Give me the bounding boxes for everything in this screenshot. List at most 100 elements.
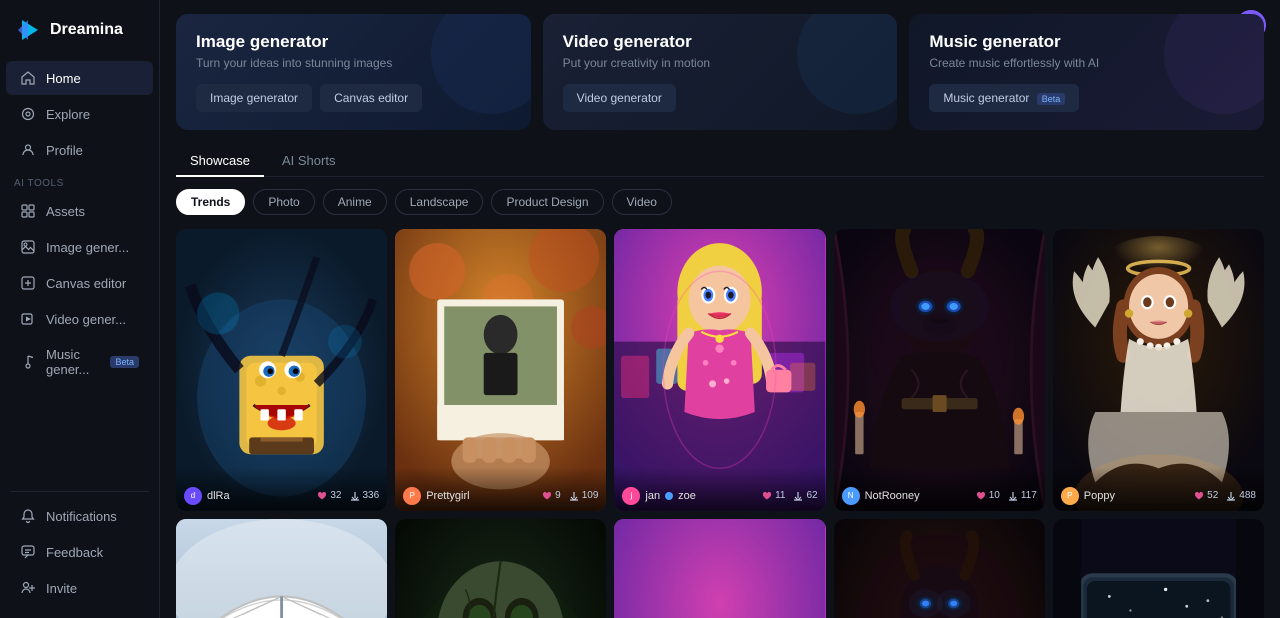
explore-icon: [20, 106, 36, 122]
logo[interactable]: Dreamina: [0, 12, 159, 60]
heart-icon: [1194, 491, 1204, 501]
nav-item-notifications[interactable]: Notifications: [6, 499, 153, 533]
nav-item-image-gen[interactable]: Image gener...: [6, 230, 153, 264]
window-art: [1053, 519, 1264, 618]
nav-item-canvas-editor[interactable]: Canvas editor: [6, 266, 153, 300]
download-icon: [350, 491, 360, 501]
download-icon: [793, 491, 803, 501]
content-tabs: Showcase AI Shorts: [176, 146, 1264, 177]
image-generator-card: Image generator Turn your ideas into stu…: [176, 14, 531, 130]
image-footer: j jan zoe 11 62: [614, 467, 825, 511]
sidebar-divider: [10, 491, 149, 492]
feedback-icon: [20, 544, 36, 560]
skull-art: [395, 519, 606, 618]
filter-photo[interactable]: Photo: [253, 189, 314, 215]
music-generator-button[interactable]: Music generator Beta: [929, 84, 1079, 112]
image-gen-icon: [20, 239, 36, 255]
generator-cards: Image generator Turn your ideas into stu…: [176, 14, 1264, 130]
downloads-stat: 109: [569, 490, 599, 501]
nav-item-invite[interactable]: Invite: [6, 571, 153, 605]
likes-stat: 11: [762, 490, 785, 501]
canvas-editor-button[interactable]: Canvas editor: [320, 84, 422, 112]
filter-trends[interactable]: Trends: [176, 189, 245, 215]
gallery-item-notrooney[interactable]: [834, 519, 1045, 618]
filter-row: Trends Photo Anime Landscape Product Des…: [176, 189, 1264, 215]
downloads-stat: 117: [1008, 490, 1037, 501]
image-user: P Poppy: [1061, 487, 1115, 505]
downloads-stat: 62: [793, 490, 817, 501]
downloads-stat: 488: [1226, 490, 1256, 501]
filter-video[interactable]: Video: [612, 189, 672, 215]
tab-showcase[interactable]: Showcase: [176, 146, 264, 177]
heart-icon: [976, 491, 986, 501]
likes-stat: 10: [976, 490, 1000, 501]
video-generator-button[interactable]: Video generator: [563, 84, 676, 112]
gallery-item-angel[interactable]: P Poppy 52 488: [1053, 229, 1264, 511]
notrooney-art: [834, 519, 1045, 618]
image-user: j jan zoe: [622, 487, 695, 505]
app-name: Dreamina: [50, 21, 123, 39]
user-avatar-sm: N: [842, 487, 860, 505]
likes-stat: 9: [542, 490, 561, 501]
download-icon: [569, 491, 579, 501]
heart-icon: [542, 491, 552, 501]
barbie-user: jan: [645, 490, 660, 502]
filter-landscape[interactable]: Landscape: [395, 189, 484, 215]
image-user: P Prettygirl: [403, 487, 469, 505]
user-avatar-sm: j: [622, 487, 640, 505]
nav-item-video-gen[interactable]: Video gener...: [6, 302, 153, 336]
gallery-item-demon[interactable]: N NotRooney 10 117: [834, 229, 1045, 511]
profile-icon: [20, 142, 36, 158]
image-stats: 10 117: [976, 490, 1037, 501]
umbrella-art: [176, 519, 387, 618]
download-icon: [1226, 491, 1236, 501]
image-footer: d dlRa 32 336: [176, 467, 387, 511]
gallery-item-spongebob[interactable]: d dlRa 32 336: [176, 229, 387, 511]
ai-tools-label: AI tools: [0, 168, 159, 193]
barbie2-art: [614, 519, 825, 618]
image-footer: P Prettygirl 9 109: [395, 467, 606, 511]
image-stats: 52 488: [1194, 490, 1256, 501]
image-user: d dlRa: [184, 487, 230, 505]
gallery-item-window[interactable]: [1053, 519, 1264, 618]
image-generator-button[interactable]: Image generator: [196, 84, 312, 112]
likes-stat: 52: [1194, 490, 1218, 501]
user-avatar-sm: d: [184, 487, 202, 505]
video-generator-card: Video generator Put your creativity in m…: [543, 14, 898, 130]
gallery-item-polaroid[interactable]: P Prettygirl 9 109: [395, 229, 606, 511]
co-user: zoe: [678, 490, 696, 502]
user-avatar-sm: P: [403, 487, 421, 505]
video-gen-icon: [20, 311, 36, 327]
image-stats: 32 336: [317, 490, 379, 501]
likes-stat: 32: [317, 490, 341, 501]
sidebar: Dreamina Home Explore Profile AI tools A…: [0, 0, 160, 618]
bell-icon: [20, 508, 36, 524]
nav-item-feedback[interactable]: Feedback: [6, 535, 153, 569]
invite-icon: [20, 580, 36, 596]
image-stats: 9 109: [542, 490, 598, 501]
heart-icon: [317, 491, 327, 501]
gallery-item-umbrella[interactable]: [176, 519, 387, 618]
dreamina-logo-icon: [14, 16, 42, 44]
tab-ai-shorts[interactable]: AI Shorts: [268, 146, 349, 177]
gallery-item-skull[interactable]: [395, 519, 606, 618]
nav-item-home[interactable]: Home: [6, 61, 153, 95]
gallery-item-barbie2[interactable]: [614, 519, 825, 618]
nav-item-profile[interactable]: Profile: [6, 133, 153, 167]
gallery-item-barbie[interactable]: j jan zoe 11 62: [614, 229, 825, 511]
user-avatar-sm: P: [1061, 487, 1079, 505]
image-stats: 11 62: [762, 490, 818, 501]
music-beta-badge: Beta: [1037, 93, 1066, 105]
nav-item-music-gen[interactable]: Music gener... Beta: [6, 338, 153, 386]
filter-anime[interactable]: Anime: [323, 189, 387, 215]
downloads-stat: 336: [350, 490, 380, 501]
filter-product-design[interactable]: Product Design: [491, 189, 603, 215]
nav-item-explore[interactable]: Explore: [6, 97, 153, 131]
music-generator-card: Music generator Create music effortlessl…: [909, 14, 1264, 130]
nav-item-assets[interactable]: Assets: [6, 194, 153, 228]
assets-icon: [20, 203, 36, 219]
beta-badge: Beta: [110, 356, 139, 368]
image-user: N NotRooney: [842, 487, 920, 505]
image-footer: P Poppy 52 488: [1053, 467, 1264, 511]
home-icon: [20, 70, 36, 86]
